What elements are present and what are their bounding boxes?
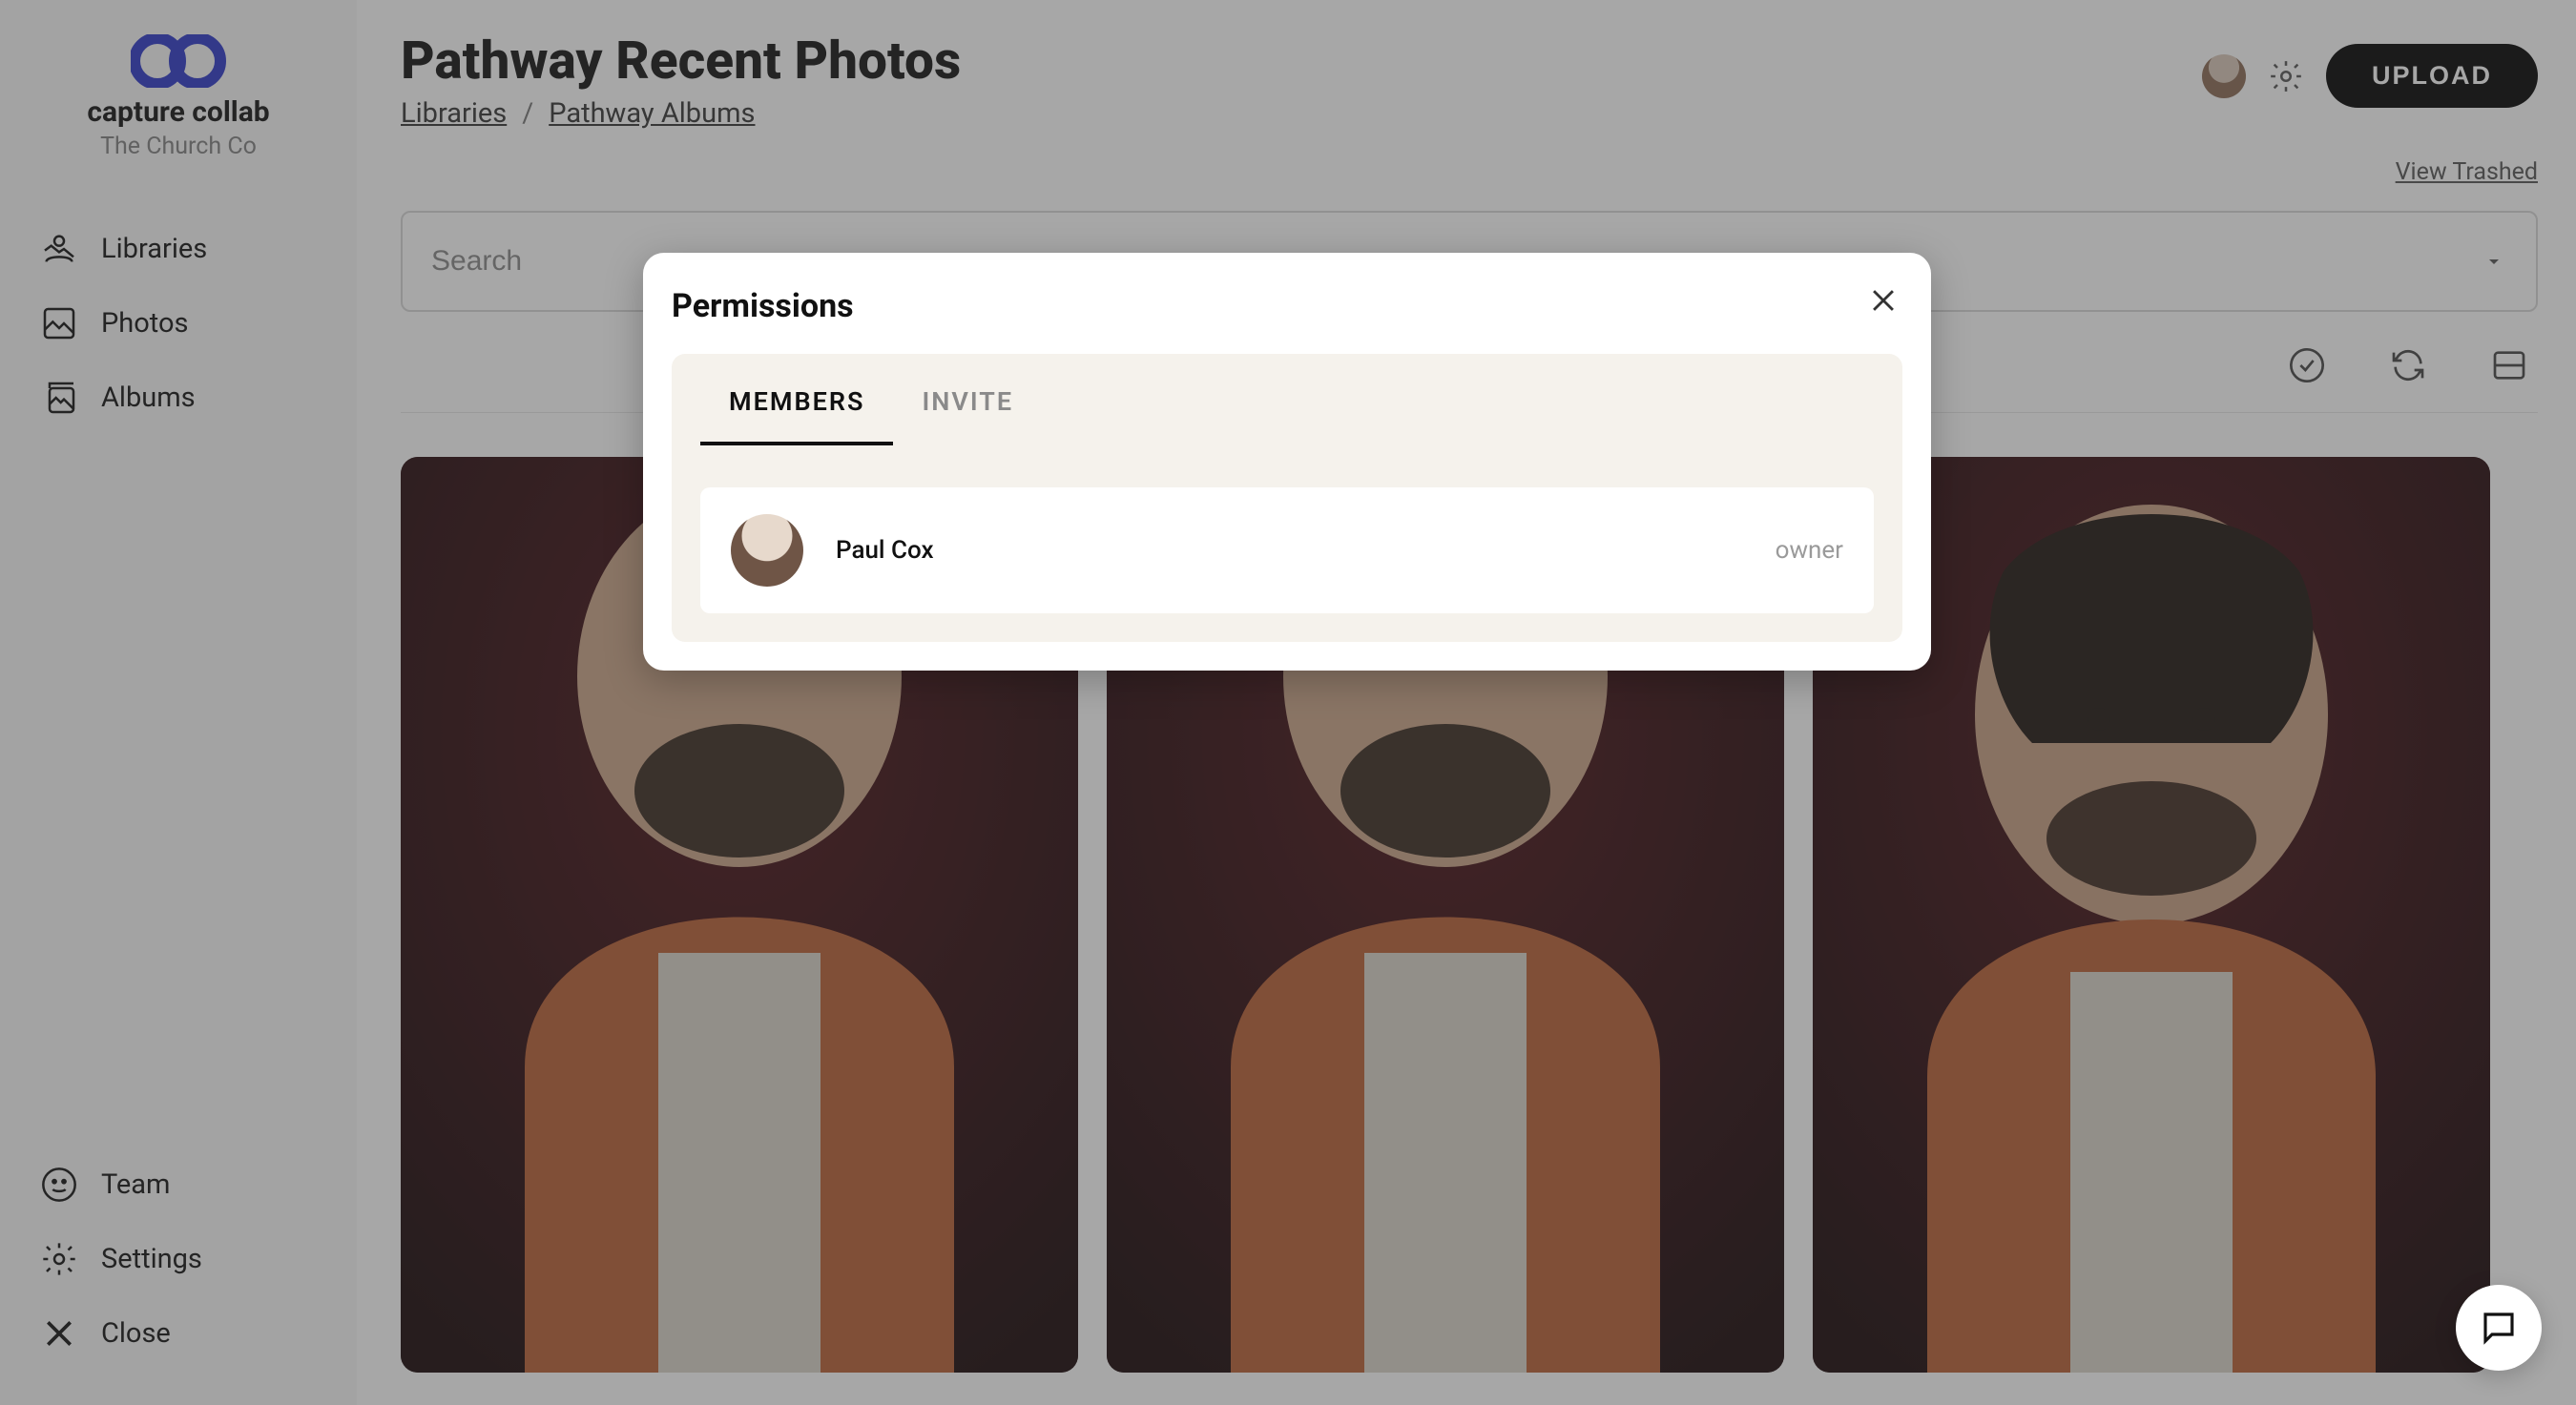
modal-close-button[interactable] bbox=[1864, 281, 1902, 320]
modal-body: MEMBERS INVITE Paul Cox owner bbox=[672, 354, 1902, 642]
chat-fab[interactable] bbox=[2456, 1285, 2542, 1371]
member-avatar bbox=[731, 514, 803, 587]
modal-overlay[interactable] bbox=[0, 0, 2576, 1405]
member-row: Paul Cox owner bbox=[700, 487, 1874, 613]
close-icon bbox=[1867, 284, 1900, 317]
permissions-modal: Permissions MEMBERS INVITE Paul Cox owne… bbox=[643, 253, 1931, 671]
modal-title: Permissions bbox=[672, 287, 1902, 325]
chat-icon bbox=[2479, 1308, 2519, 1348]
tab-invite[interactable]: INVITE bbox=[893, 354, 1042, 445]
member-name: Paul Cox bbox=[836, 536, 934, 565]
member-role: owner bbox=[1776, 536, 1843, 565]
tab-members[interactable]: MEMBERS bbox=[700, 354, 893, 445]
modal-tabs: MEMBERS INVITE bbox=[672, 354, 1902, 445]
